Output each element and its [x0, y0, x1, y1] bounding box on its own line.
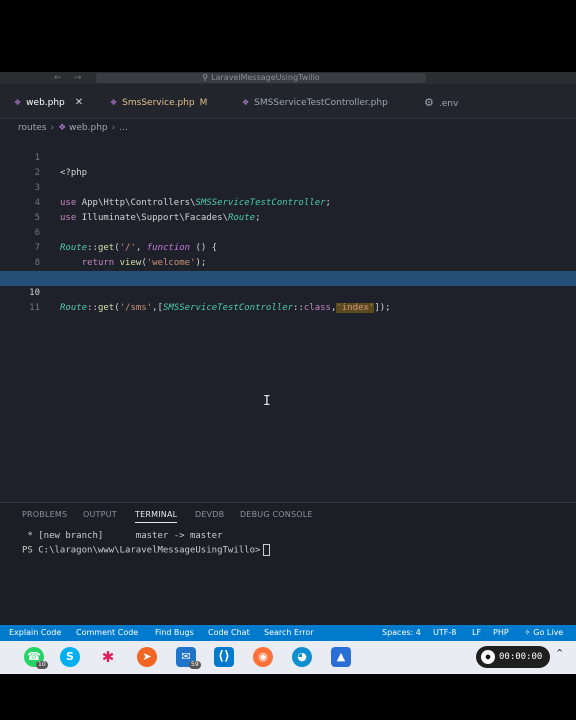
- back-arrow-icon[interactable]: ←: [54, 72, 62, 84]
- bottom-panel: PROBLEMS OUTPUT TERMINAL DEVDB DEBUG CON…: [0, 502, 576, 627]
- status-indentation[interactable]: Spaces: 4: [382, 625, 421, 641]
- status-encoding[interactable]: UTF-8: [433, 625, 456, 641]
- broadcast-icon: ✧: [524, 628, 534, 637]
- code-line: 7 return view('welcome');: [0, 226, 576, 268]
- vscode-window: ← → ⚲ LaravelMessageUsingTwillo ❖ web.php ✕…: [0, 72, 576, 674]
- status-explain-code[interactable]: Explain Code: [9, 625, 61, 641]
- status-go-live[interactable]: ✧ Go Live: [524, 625, 563, 641]
- taskbar: ☎ 10 S ✱ ➤ ✉ 59 ⟨⟩ ◉ ◕ ▲ ● 00:00:00 ⌃: [0, 641, 576, 674]
- status-code-chat[interactable]: Code Chat: [208, 625, 250, 641]
- terminal-output-line: * [new branch] master -> master: [22, 531, 223, 541]
- code-line: 1 <?php: [0, 136, 576, 178]
- status-language[interactable]: PHP: [493, 625, 509, 641]
- code-line: 2: [0, 151, 576, 178]
- chevron-right-icon: ›: [50, 123, 55, 133]
- tab-smsservice-php[interactable]: ❖ SmsService.php M: [110, 94, 207, 112]
- slack-icon[interactable]: ✱: [98, 647, 118, 667]
- go-live-label: Go Live: [533, 628, 564, 637]
- chevron-right-icon: ›: [111, 123, 116, 133]
- breadcrumb: routes › ❖ web.php ›...: [18, 121, 128, 135]
- terminal-prompt-text: PS C:\laragon\www\LaravelMessageUsingTwi…: [22, 545, 261, 556]
- postman-icon[interactable]: ➤: [137, 647, 157, 667]
- tab-label: .env: [438, 99, 459, 109]
- vscode-icon[interactable]: ⟨⟩: [214, 647, 234, 667]
- skype-icon[interactable]: S: [60, 647, 80, 667]
- php-file-icon: ❖: [242, 98, 250, 107]
- text-cursor-icon: I: [263, 394, 271, 409]
- code-line: 8 });: [0, 241, 576, 283]
- gear-icon: ⚙: [424, 96, 434, 109]
- tab-terminal[interactable]: TERMINAL: [135, 510, 178, 523]
- modified-indicator: M: [199, 98, 208, 108]
- tab-env[interactable]: ⚙ .env: [424, 94, 458, 112]
- command-center-search[interactable]: ⚲ LaravelMessageUsingTwillo: [96, 73, 426, 83]
- tab-label: web.php: [26, 98, 65, 108]
- editor-tab-bar: ❖ web.php ✕ ❖ SmsService.php M ❖ SMSServiceTe…: [0, 84, 576, 119]
- screen-recorder[interactable]: ● 00:00:00: [476, 646, 550, 668]
- line-number: 11: [29, 303, 40, 313]
- tab-label: SmsService.php: [122, 98, 195, 108]
- code-line-current: 10 Route::get('/sms',[SMSServiceTestCont…: [0, 271, 576, 313]
- php-file-icon: ❖: [58, 123, 70, 133]
- code-line: 9: [0, 256, 576, 283]
- php-file-icon: ❖: [14, 98, 22, 107]
- terminal-caret: [263, 544, 271, 556]
- status-find-bugs[interactable]: Find Bugs: [155, 625, 194, 641]
- code-text: Route::get('/sms',[SMSServiceTestControl…: [60, 303, 391, 313]
- firefox-icon[interactable]: ◉: [253, 647, 273, 667]
- photos-icon[interactable]: ▲: [331, 647, 351, 667]
- code-line: 4 use Illuminate\Support\Facades\Route;: [0, 181, 576, 223]
- forward-arrow-icon[interactable]: →: [74, 72, 82, 84]
- notification-badge: 10: [36, 661, 48, 669]
- tab-output[interactable]: OUTPUT: [83, 510, 117, 519]
- breadcrumb-symbols[interactable]: ...: [119, 123, 128, 133]
- notification-badge: 59: [189, 661, 201, 669]
- tab-web-php[interactable]: ❖ web.php ✕: [14, 94, 83, 112]
- recorder-icon: ●: [481, 649, 495, 664]
- breadcrumb-file[interactable]: web.php: [69, 123, 108, 133]
- tab-smsservicetestcontroller-php[interactable]: ❖ SMSServiceTestController.php: [242, 94, 388, 112]
- status-line-ending[interactable]: LF: [472, 625, 481, 641]
- code-line: 6 Route::get('/', function () {: [0, 211, 576, 253]
- tab-debug-console[interactable]: DEBUG CONSOLE: [240, 510, 313, 519]
- chevron-up-icon[interactable]: ⌃: [555, 647, 564, 660]
- status-comment-code[interactable]: Comment Code: [76, 625, 138, 641]
- status-search-error[interactable]: Search Error: [264, 625, 314, 641]
- code-line: 5: [0, 196, 576, 223]
- recording-time: 00:00:00: [499, 652, 543, 662]
- tab-label: SMSServiceTestController.php: [254, 98, 388, 108]
- window-title: LaravelMessageUsingTwillo: [211, 73, 320, 82]
- title-bar: ← → ⚲ LaravelMessageUsingTwillo: [0, 72, 576, 84]
- code-line: 3 use App\Http\Controllers\SMSServiceTes…: [0, 166, 576, 208]
- terminal-prompt[interactable]: PS C:\laragon\www\LaravelMessageUsingTwi…: [22, 544, 271, 558]
- code-line: 11: [0, 286, 576, 313]
- browser-icon[interactable]: ◕: [292, 647, 312, 667]
- search-icon: ⚲: [202, 73, 209, 82]
- tab-devdb[interactable]: DEVDB: [195, 510, 224, 519]
- close-icon[interactable]: ✕: [75, 97, 83, 108]
- php-file-icon: ❖: [110, 98, 118, 107]
- status-bar: Explain Code Comment Code Find Bugs Code…: [0, 625, 576, 641]
- breadcrumb-folder[interactable]: routes: [18, 123, 46, 133]
- tab-problems[interactable]: PROBLEMS: [22, 510, 67, 519]
- code-editor[interactable]: 1 <?php 2 3 use App\Http\Controllers\SMS…: [0, 136, 576, 496]
